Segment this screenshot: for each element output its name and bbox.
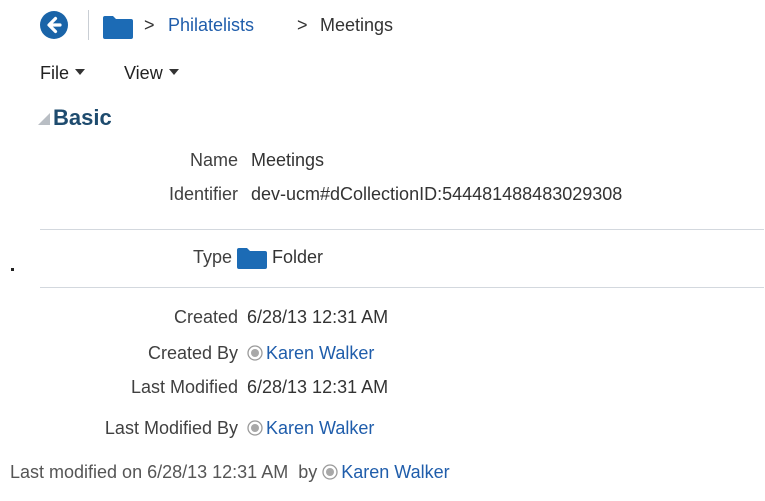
name-label: Name — [189, 150, 238, 170]
type-label: Type — [192, 247, 232, 267]
section-divider — [40, 287, 764, 288]
last-modified-by-label: Last Modified By — [104, 418, 238, 438]
identifier-label: Identifier — [168, 184, 238, 204]
created-label: Created — [173, 307, 238, 327]
folder-icon — [236, 246, 268, 275]
last-modified-by-value: Karen Walker — [247, 416, 374, 440]
user-status-icon — [247, 420, 263, 436]
folder-icon[interactable] — [102, 14, 134, 45]
footer-user-link[interactable]: Karen Walker — [341, 462, 449, 482]
section-collapse-icon[interactable] — [37, 112, 51, 131]
user-status-icon — [247, 345, 263, 361]
menu-file-label: File — [40, 63, 70, 83]
user-status-icon — [322, 464, 338, 480]
created-value: 6/28/13 12:31 AM — [247, 307, 389, 327]
last-modified-value: 6/28/13 12:31 AM — [247, 377, 389, 397]
identifier-value: dev-ucm#dCollectionID:544481488483029308 — [251, 184, 623, 204]
arrow-left-icon — [47, 16, 62, 34]
created-by-user-link[interactable]: Karen Walker — [266, 343, 374, 363]
menu-view[interactable]: View — [124, 61, 179, 85]
back-button[interactable] — [40, 11, 68, 39]
menu-view-label: View — [124, 63, 163, 83]
breadcrumb-item-meetings: Meetings — [320, 15, 394, 35]
section-title: Basic — [53, 105, 112, 130]
name-value: Meetings — [251, 150, 325, 170]
splitter-handle[interactable] — [11, 268, 14, 271]
type-value: Folder — [272, 247, 324, 267]
last-modified-label: Last Modified — [130, 377, 238, 397]
chevron-down-icon — [168, 69, 179, 76]
created-by-value: Karen Walker — [247, 341, 374, 365]
breadcrumb-separator: > — [144, 15, 155, 35]
menu-file[interactable]: File — [40, 61, 86, 85]
chevron-down-icon — [75, 69, 86, 76]
section-divider — [40, 229, 764, 230]
created-by-label: Created By — [147, 343, 238, 363]
footer-text: Last modified on 6/28/13 12:31 AM by — [10, 462, 318, 482]
toolbar-separator — [88, 10, 89, 40]
breadcrumb-separator: > — [297, 15, 308, 35]
last-modified-by-user-link[interactable]: Karen Walker — [266, 418, 374, 438]
footer-last-modified: Last modified on 6/28/13 12:31 AM by Kar… — [10, 460, 450, 484]
breadcrumb-item-philatelists[interactable]: Philatelists — [168, 13, 254, 37]
